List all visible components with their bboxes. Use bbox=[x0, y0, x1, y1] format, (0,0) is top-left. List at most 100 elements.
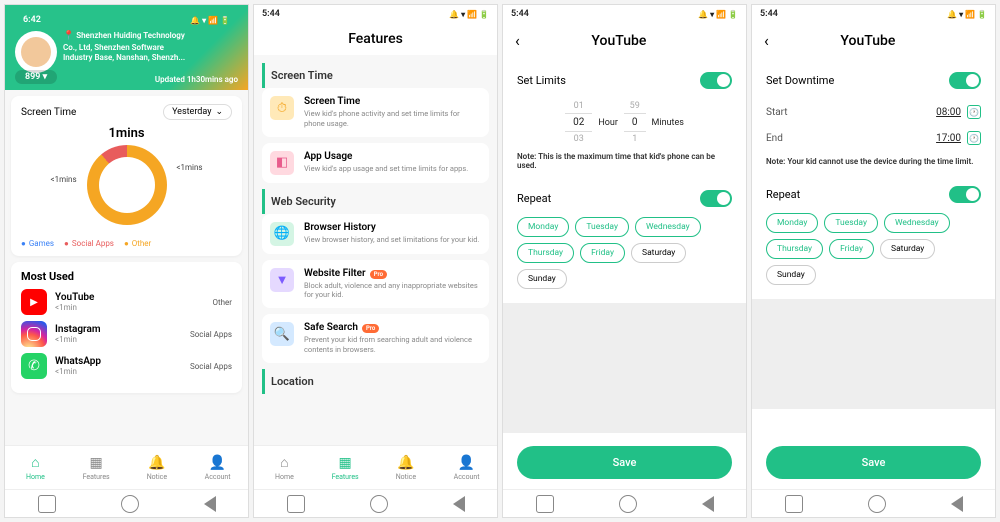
bottom-tabs: ⌂Home ▦Features 🔔Notice 👤Account bbox=[254, 445, 497, 489]
status-icons: 🔔 ▾ 📶 🔋 bbox=[190, 16, 230, 25]
day-pill[interactable]: Thursday bbox=[517, 243, 574, 263]
empty-area bbox=[752, 299, 995, 409]
time-picker[interactable]: 010203 Hour 5901 Minutes bbox=[517, 101, 732, 144]
end-row[interactable]: End 17:00 bbox=[766, 125, 981, 151]
note: Note: Your kid cannot use the device dur… bbox=[766, 157, 981, 166]
day-pill[interactable]: Monday bbox=[517, 217, 569, 237]
tab-home[interactable]: ⌂Home bbox=[5, 446, 66, 489]
most-used-card: Most Used YouTube<1min Other Instagram<1… bbox=[11, 262, 242, 393]
recents-button[interactable] bbox=[287, 495, 305, 513]
user-icon: 👤 bbox=[458, 455, 475, 471]
save-button[interactable]: Save bbox=[766, 446, 981, 479]
repeat-toggle[interactable] bbox=[949, 186, 981, 203]
feature-website-filter[interactable]: ▼ Website FilterProBlock adult, violence… bbox=[262, 260, 489, 309]
location-block[interactable]: 📍 Shenzhen Huiding Technology Co., Ltd, … bbox=[63, 31, 185, 73]
day-pill[interactable]: Sunday bbox=[517, 269, 567, 289]
day-pill[interactable]: Saturday bbox=[631, 243, 686, 263]
status-time: 6:42 bbox=[23, 15, 41, 25]
recents-button[interactable] bbox=[38, 495, 56, 513]
repeat-label: Repeat bbox=[766, 188, 800, 201]
tab-account[interactable]: 👤Account bbox=[187, 446, 248, 489]
user-icon: 👤 bbox=[209, 455, 226, 471]
instagram-icon bbox=[21, 321, 47, 347]
app-row[interactable]: WhatsApp<1min Social Apps bbox=[21, 353, 232, 379]
recents-button[interactable] bbox=[536, 495, 554, 513]
back-button[interactable] bbox=[702, 496, 714, 512]
days-selector: Monday Tuesday Wednesday Thursday Friday… bbox=[517, 217, 732, 289]
home-button[interactable] bbox=[370, 495, 388, 513]
home-button[interactable] bbox=[868, 495, 886, 513]
day-pill[interactable]: Friday bbox=[580, 243, 625, 263]
back-button[interactable] bbox=[951, 496, 963, 512]
tab-features[interactable]: ▦Features bbox=[66, 446, 127, 489]
globe-icon: 🌐 bbox=[270, 222, 294, 246]
status-bar: 6:42 🔔 ▾ 📶 🔋 bbox=[15, 11, 238, 29]
day-pill[interactable]: Saturday bbox=[880, 239, 935, 259]
feature-safe-search[interactable]: 🔍 Safe SearchProPrevent your kid from se… bbox=[262, 314, 489, 363]
clock-icon bbox=[967, 105, 981, 119]
recents-button[interactable] bbox=[785, 495, 803, 513]
day-pill[interactable]: Sunday bbox=[766, 265, 816, 285]
bottom-tabs: ⌂Home ▦Features 🔔Notice 👤Account bbox=[5, 445, 248, 489]
empty-area bbox=[503, 303, 746, 433]
day-pill[interactable]: Monday bbox=[766, 213, 818, 233]
child-name-pill[interactable]: 899 ▾ bbox=[15, 70, 57, 84]
feature-app-usage[interactable]: ◧ App UsageView kid's app usage and set … bbox=[262, 143, 489, 183]
save-button[interactable]: Save bbox=[517, 446, 732, 479]
bell-icon: 🔔 bbox=[148, 455, 165, 471]
bell-icon: 🔔 bbox=[397, 455, 414, 471]
set-limits-label: Set Limits bbox=[517, 74, 566, 87]
tab-account[interactable]: 👤Account bbox=[436, 446, 497, 489]
back-button[interactable] bbox=[204, 496, 216, 512]
day-pill[interactable]: Thursday bbox=[766, 239, 823, 259]
repeat-toggle[interactable] bbox=[700, 190, 732, 207]
avatar[interactable] bbox=[15, 31, 57, 73]
donut-chart bbox=[87, 145, 167, 225]
back-button[interactable] bbox=[453, 496, 465, 512]
screen-time-label: Screen Time bbox=[21, 107, 76, 118]
day-pill[interactable]: Tuesday bbox=[824, 213, 878, 233]
day-pill[interactable]: Wednesday bbox=[884, 213, 950, 233]
day-pill[interactable]: Tuesday bbox=[575, 217, 629, 237]
android-nav bbox=[5, 489, 248, 517]
tab-features[interactable]: ▦Features bbox=[315, 446, 376, 489]
note: Note: This is the maximum time that kid'… bbox=[517, 152, 732, 170]
tab-home[interactable]: ⌂Home bbox=[254, 446, 315, 489]
limits-screen: 5:44🔔 ▾ 📶 🔋 ‹ YouTube Set Limits 010203 … bbox=[502, 4, 747, 518]
search-shield-icon: 🔍 bbox=[270, 322, 294, 346]
youtube-icon bbox=[21, 289, 47, 315]
grid-icon: ▦ bbox=[90, 455, 103, 471]
total-time: 1mins bbox=[21, 126, 232, 141]
day-pill[interactable]: Friday bbox=[829, 239, 874, 259]
day-pill[interactable]: Wednesday bbox=[635, 217, 701, 237]
section-location: Location bbox=[262, 369, 489, 394]
period-dropdown[interactable]: Yesterday⌄ bbox=[163, 104, 232, 120]
set-downtime-label: Set Downtime bbox=[766, 74, 834, 87]
grid-icon: ▦ bbox=[339, 455, 352, 471]
home-icon: ⌂ bbox=[280, 454, 288, 471]
tab-notice[interactable]: 🔔Notice bbox=[127, 446, 188, 489]
feature-browser-history[interactable]: 🌐 Browser HistoryView browser history, a… bbox=[262, 214, 489, 254]
home-button[interactable] bbox=[619, 495, 637, 513]
page-title: YouTube bbox=[769, 33, 967, 49]
clock-icon bbox=[967, 131, 981, 145]
downtime-screen: 5:44🔔 ▾ 📶 🔋 ‹ YouTube Set Downtime Start… bbox=[751, 4, 996, 518]
repeat-label: Repeat bbox=[517, 192, 551, 205]
apps-icon: ◧ bbox=[270, 151, 294, 175]
app-row[interactable]: YouTube<1min Other bbox=[21, 289, 232, 315]
features-screen: 5:44🔔 ▾ 📶 🔋 Features Screen Time ⏱ Scree… bbox=[253, 4, 498, 518]
app-row[interactable]: Instagram<1min Social Apps bbox=[21, 321, 232, 347]
feature-screen-time[interactable]: ⏱ Screen TimeView kid's phone activity a… bbox=[262, 88, 489, 137]
status-bar: 5:44🔔 ▾ 📶 🔋 bbox=[254, 5, 497, 23]
screen-time-card[interactable]: Screen Time Yesterday⌄ 1mins <1mins <1mi… bbox=[11, 96, 242, 256]
home-icon: ⌂ bbox=[31, 454, 39, 471]
home-button[interactable] bbox=[121, 495, 139, 513]
pro-badge: Pro bbox=[370, 270, 387, 279]
section-screen-time: Screen Time bbox=[262, 63, 489, 88]
legend: Games Social Apps Other bbox=[21, 239, 232, 248]
tab-notice[interactable]: 🔔Notice bbox=[376, 446, 437, 489]
start-row[interactable]: Start 08:00 bbox=[766, 99, 981, 125]
set-downtime-toggle[interactable] bbox=[949, 72, 981, 89]
clock-icon: ⏱ bbox=[270, 96, 294, 120]
set-limits-toggle[interactable] bbox=[700, 72, 732, 89]
